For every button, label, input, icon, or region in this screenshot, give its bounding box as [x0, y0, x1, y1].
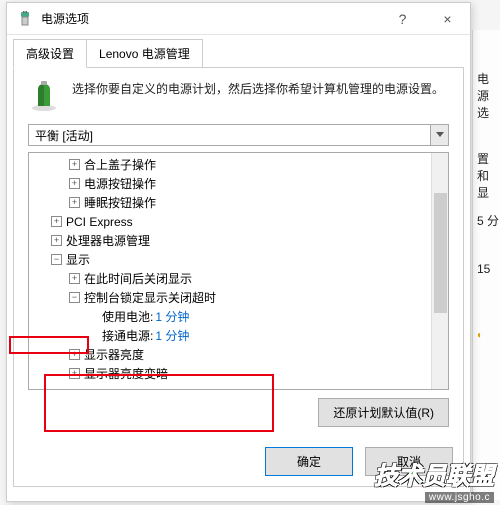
tree-item-value: 1 分钟: [155, 308, 189, 325]
tree-item-label: 处理器电源管理: [66, 232, 150, 249]
background-settings-fragment: 电源选 置和显 5 分 15 ◐: [472, 30, 500, 500]
tab-advanced-settings[interactable]: 高级设置: [13, 39, 87, 68]
tree-item-label: 电源按钮操作: [84, 175, 156, 192]
tree-item-label: 接通电源:: [102, 327, 153, 344]
restore-defaults-button[interactable]: 还原计划默认值(R): [318, 398, 449, 427]
expand-icon[interactable]: +: [69, 197, 80, 208]
bg-row1: 置和显: [477, 150, 500, 201]
expand-icon[interactable]: +: [69, 273, 80, 284]
tree-item[interactable]: + 合上盖子操作: [29, 155, 448, 174]
tree-item-label: 睡眠按钮操作: [84, 194, 156, 211]
expand-icon[interactable]: +: [51, 216, 62, 227]
description-text: 选择你要自定义的电源计划，然后选择你希望计算机管理的电源设置。: [72, 80, 444, 112]
power-plan-icon: [17, 11, 33, 27]
tree-item[interactable]: + 处理器电源管理: [29, 231, 448, 250]
tree-scrollbar[interactable]: [431, 153, 448, 389]
expand-icon[interactable]: +: [69, 159, 80, 170]
tree-item[interactable]: + 在此时间后关闭显示: [29, 269, 448, 288]
expand-icon[interactable]: +: [69, 178, 80, 189]
chevron-down-icon: [430, 125, 448, 145]
tree-item-label: 显示器亮度变暗: [84, 365, 168, 382]
settings-tree[interactable]: + 合上盖子操作 + 电源按钮操作 + 睡眠按钮操作 + PCI Express + 处理器电源管…: [28, 152, 449, 390]
tab-panel: 选择你要自定义的电源计划，然后选择你希望计算机管理的电源设置。 平衡 [活动] …: [13, 67, 464, 487]
power-plan-selector[interactable]: 平衡 [活动]: [28, 124, 449, 146]
expand-icon[interactable]: +: [69, 368, 80, 379]
tree-item-label: 控制台锁定显示关闭超时: [84, 289, 216, 306]
tree-item-label: 使用电池:: [102, 308, 153, 325]
close-button[interactable]: ×: [425, 4, 470, 34]
bg-val1: 5 分: [477, 212, 499, 229]
tree-item[interactable]: −控制台锁定显示关闭超时: [29, 288, 448, 307]
bg-val2: 15: [477, 262, 490, 276]
tree-item-label: 合上盖子操作: [84, 156, 156, 173]
tab-strip: 高级设置 Lenovo 电源管理: [7, 35, 470, 68]
help-button[interactable]: ?: [380, 4, 425, 34]
ok-button[interactable]: 确定: [265, 447, 353, 476]
power-plan-value: 平衡 [活动]: [35, 127, 93, 144]
cancel-button[interactable]: 取消: [365, 447, 453, 476]
tree-item[interactable]: + 电源按钮操作: [29, 174, 448, 193]
tree-item[interactable]: + 显示器亮度变暗: [29, 364, 448, 383]
expand-icon[interactable]: +: [69, 349, 80, 360]
tab-lenovo-power[interactable]: Lenovo 电源管理: [86, 39, 203, 68]
tree-item-label: PCI Express: [66, 215, 133, 229]
tree-item[interactable]: 使用电池: 1 分钟: [29, 307, 448, 326]
tree-item[interactable]: 接通电源: 1 分钟: [29, 326, 448, 345]
collapse-icon[interactable]: −: [69, 292, 80, 303]
titlebar: 电源选项 ? ×: [7, 3, 470, 35]
tree-item-label: 在此时间后关闭显示: [84, 270, 192, 287]
tree-item-label: 显示器亮度: [84, 346, 144, 363]
bg-shield-icon: ◐: [477, 330, 483, 341]
tree-item[interactable]: −显示: [29, 250, 448, 269]
collapse-icon[interactable]: −: [51, 254, 62, 265]
tree-item[interactable]: + 睡眠按钮操作: [29, 193, 448, 212]
window-title: 电源选项: [41, 10, 380, 27]
battery-icon: [28, 80, 60, 112]
power-options-dialog: 电源选项 ? × 高级设置 Lenovo 电源管理 选择你要自定义的电源计划，然…: [6, 2, 471, 502]
tree-item-value: 1 分钟: [155, 327, 189, 344]
tree-item[interactable]: + PCI Express: [29, 212, 448, 231]
tree-item[interactable]: + 显示器亮度: [29, 345, 448, 364]
expand-icon[interactable]: +: [51, 235, 62, 246]
bg-title: 电源选: [477, 70, 500, 121]
tree-item-label: 显示: [66, 251, 90, 268]
